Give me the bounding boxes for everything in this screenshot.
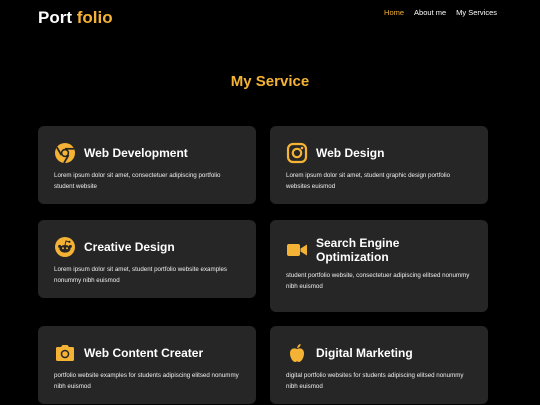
card-description: digital portfolio websites for students … xyxy=(286,372,464,390)
navbar: Port folio Home About me My Services xyxy=(0,0,540,36)
reddit-icon xyxy=(54,236,76,258)
card-description: Lorem ipsum dolor sit amet, consectetuer… xyxy=(54,172,221,190)
apple-icon xyxy=(286,342,308,364)
card-description: Lorem ipsum dolor sit amet, student grap… xyxy=(286,172,451,190)
card-title: Search Engine Optimization xyxy=(316,236,400,264)
nav-link-about-me[interactable]: About me xyxy=(414,8,446,17)
section-title: My Service xyxy=(230,73,310,90)
card-title: Digital Marketing xyxy=(316,346,413,360)
service-card-web-design: Web Design Lorem ipsum dolor sit amet, s… xyxy=(270,126,488,204)
nav-link-my-services[interactable]: My Services xyxy=(456,8,497,17)
instagram-icon xyxy=(286,142,308,164)
nav-menu: Home About me My Services xyxy=(384,8,497,17)
service-card-search-engine-optimization: Search Engine Optimization student portf… xyxy=(270,220,488,312)
card-title: Web Design xyxy=(316,146,385,160)
service-card-web-development: Web Development Lorem ipsum dolor sit am… xyxy=(38,126,256,204)
service-card-creative-design: Creative Design Lorem ipsum dolor sit am… xyxy=(38,220,256,298)
nav-link-home[interactable]: Home xyxy=(384,8,404,17)
service-card-digital-marketing: Digital Marketing digital portfolio webs… xyxy=(270,326,488,404)
card-description: student portfolio website, consectetuer … xyxy=(286,272,470,290)
chrome-icon xyxy=(54,142,76,164)
card-title: Web Content Creater xyxy=(84,346,204,360)
camera-icon xyxy=(54,342,76,364)
logo[interactable]: Port folio xyxy=(38,8,113,28)
card-title: Creative Design xyxy=(84,240,175,254)
video-camera-icon xyxy=(286,239,308,261)
service-card-web-content-creater: Web Content Creater portfolio website ex… xyxy=(38,326,256,404)
logo-main: Port xyxy=(38,8,72,27)
logo-accent: folio xyxy=(76,8,113,27)
card-description: Lorem ipsum dolor sit amet, student port… xyxy=(54,266,227,284)
card-title: Web Development xyxy=(84,146,188,160)
card-description: portfolio website examples for students … xyxy=(54,372,239,390)
